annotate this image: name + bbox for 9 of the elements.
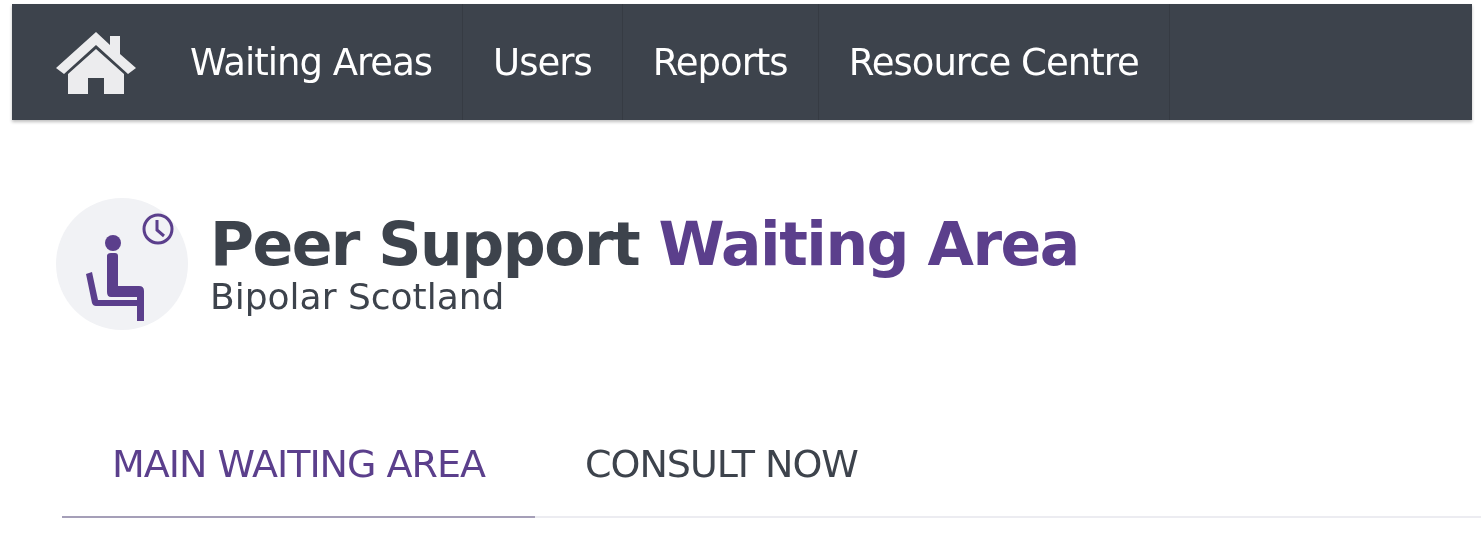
tab[interactable]: CONSULT NOW bbox=[534, 430, 908, 518]
organisation-name: Bipolar Scotland bbox=[210, 277, 505, 317]
nav-link[interactable]: Users bbox=[463, 4, 623, 120]
page-title: Peer Support Waiting Area bbox=[210, 211, 1079, 278]
nav-link[interactable]: Resource Centre bbox=[818, 4, 1170, 120]
nav-link[interactable]: Waiting Areas bbox=[160, 4, 464, 120]
tab[interactable]: MAIN WAITING AREA bbox=[62, 430, 535, 518]
waiting-person-icon bbox=[56, 198, 188, 330]
nav-link[interactable]: Reports bbox=[622, 4, 819, 120]
